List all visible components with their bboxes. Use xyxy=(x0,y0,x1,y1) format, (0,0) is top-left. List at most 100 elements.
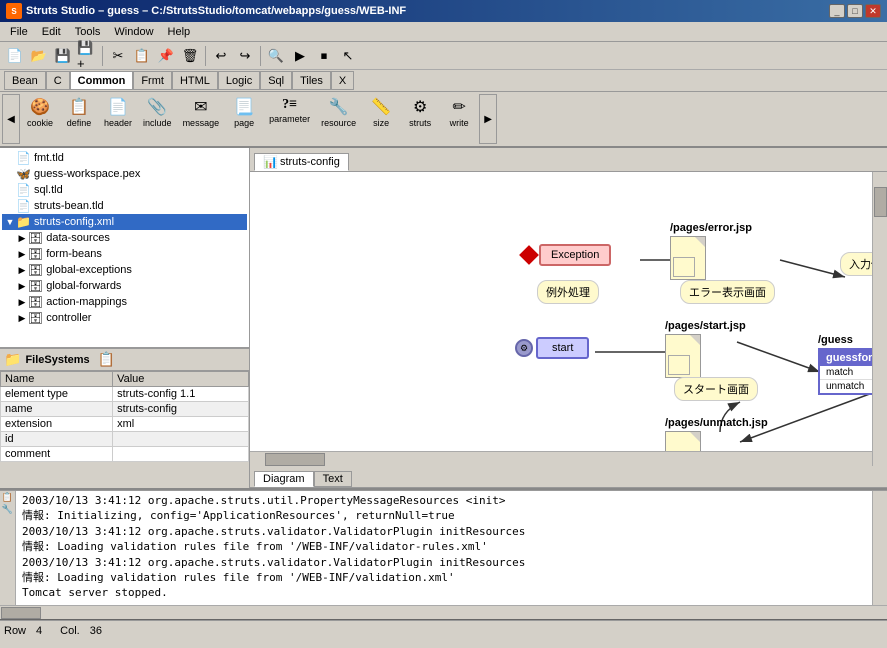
tree-item-formbeans[interactable]: ▶ 🗄 form-beans xyxy=(2,246,247,262)
run-button[interactable]: ▶ xyxy=(289,45,311,67)
log-icon-2[interactable]: 🔧 xyxy=(2,505,13,515)
search-button[interactable]: 🔍 xyxy=(265,45,287,67)
exception-label: Exception xyxy=(539,244,611,266)
log-line-5: 2003/10/13 3:41:12 org.apache.struts.val… xyxy=(22,555,883,570)
tab-tiles[interactable]: Tiles xyxy=(292,71,331,90)
main-area: 📄 fmt.tld 🦋 guess-workspace.pex 📄 sql.tl… xyxy=(0,148,887,488)
prev-nav-button[interactable]: ◀ xyxy=(2,94,20,144)
diagram-tab-active[interactable]: 📊 struts-config xyxy=(254,153,349,171)
status-bar: Row 4 Col. 36 xyxy=(0,620,887,640)
tab-bean[interactable]: Bean xyxy=(4,71,46,90)
status-row-label: Row xyxy=(4,625,26,637)
app-icon: S xyxy=(6,3,22,19)
tab-logic[interactable]: Logic xyxy=(218,71,260,90)
tab-frmt[interactable]: Frmt xyxy=(133,71,172,90)
cut-button[interactable]: ✂ xyxy=(107,45,129,67)
tab-html[interactable]: HTML xyxy=(172,71,218,90)
log-scrollbar[interactable] xyxy=(872,491,887,605)
center-area: 📊 struts-config xyxy=(250,148,887,488)
tree-item-workspace[interactable]: 🦋 guess-workspace.pex xyxy=(2,166,247,182)
prop-row-id[interactable]: id xyxy=(1,432,249,447)
new-button[interactable]: 📄 xyxy=(4,45,26,67)
properties-panel: 📁 FileSystems 📋 Name Value element type … xyxy=(0,348,249,488)
tool-struts[interactable]: ⚙ struts xyxy=(401,94,439,144)
menu-file[interactable]: File xyxy=(4,25,34,39)
close-button[interactable]: ✕ xyxy=(865,4,881,18)
log-line-7: Tomcat server stopped. xyxy=(22,585,883,600)
tool-cookie[interactable]: 🍪 cookie xyxy=(21,94,59,144)
open-button[interactable]: 📂 xyxy=(28,45,50,67)
tree-item-strutsbean[interactable]: 📄 struts-bean.tld xyxy=(2,198,247,214)
paste-button[interactable]: 📌 xyxy=(155,45,177,67)
file-tree: 📄 fmt.tld 🦋 guess-workspace.pex 📄 sql.tl… xyxy=(0,148,249,348)
props-header: 📁 FileSystems 📋 xyxy=(0,349,249,371)
title-text: Struts Studio – guess – C:/StrutsStudio/… xyxy=(26,5,406,17)
tree-item-sql[interactable]: 📄 sql.tld xyxy=(2,182,247,198)
tool-resource[interactable]: 🔧 resource xyxy=(316,94,361,144)
menu-help[interactable]: Help xyxy=(162,25,197,39)
toolbar-row-1: 📄 📂 💾 💾+ ✂ 📋 📌 🗑 ↩ ↪ 🔍 ▶ ⏹ ↖ xyxy=(0,42,887,70)
prop-row-extension[interactable]: extension xml xyxy=(1,417,249,432)
delete-button[interactable]: 🗑 xyxy=(179,45,201,67)
log-line-4: 情報: Loading validation rules file from '… xyxy=(22,539,883,554)
tab-diagram[interactable]: Diagram xyxy=(254,471,314,487)
log-line-1: 2003/10/13 3:41:12 org.apache.struts.uti… xyxy=(22,493,883,508)
tool-header[interactable]: 📄 header xyxy=(99,94,137,144)
log-icon-1[interactable]: 📋 xyxy=(2,493,13,503)
prop-row-elementtype[interactable]: element type struts-config 1.1 xyxy=(1,387,249,402)
start-node[interactable]: ⚙ start xyxy=(515,337,589,359)
tab-common[interactable]: Common xyxy=(70,71,134,90)
save-all-button[interactable]: 💾+ xyxy=(76,45,98,67)
minimize-button[interactable]: _ xyxy=(829,4,845,18)
error-cloud: エラー表示画面 xyxy=(680,280,775,304)
exception-node[interactable]: Exception xyxy=(522,244,611,266)
menu-bar: File Edit Tools Window Help xyxy=(0,22,887,42)
tool-page[interactable]: 📃 page xyxy=(225,94,263,144)
tool-define[interactable]: 📋 define xyxy=(60,94,98,144)
tree-item-fmt[interactable]: 📄 fmt.tld xyxy=(2,150,247,166)
tab-text[interactable]: Text xyxy=(314,471,352,487)
redo-button[interactable]: ↪ xyxy=(234,45,256,67)
diagram-canvas[interactable]: Exception 例外処理 /pages/error.jsp エラー表示画面 … xyxy=(250,172,887,466)
menu-tools[interactable]: Tools xyxy=(69,25,107,39)
prop-row-name[interactable]: name struts-config xyxy=(1,402,249,417)
tree-item-globalexc[interactable]: ▶ 🗄 global-exceptions xyxy=(2,262,247,278)
tree-item-datasources[interactable]: ▶ 🗄 data-sources xyxy=(2,230,247,246)
save-button[interactable]: 💾 xyxy=(52,45,74,67)
tool-message[interactable]: ✉ message xyxy=(178,94,225,144)
log-hscrollbar[interactable] xyxy=(0,605,887,619)
tree-item-actionmappings[interactable]: ▶ 🗄 action-mappings xyxy=(2,294,247,310)
props-table: Name Value element type struts-config 1.… xyxy=(0,371,249,462)
maximize-button[interactable]: □ xyxy=(847,4,863,18)
log-line-2: 情報: Initializing, config='ApplicationRes… xyxy=(22,508,883,523)
exception-cloud: 例外処理 xyxy=(537,280,599,304)
tool-include[interactable]: 📎 include xyxy=(138,94,177,144)
tree-item-globalfwd[interactable]: ▶ 🗄 global-forwards xyxy=(2,278,247,294)
tree-item-strutsconfig[interactable]: ▼ 📁 struts-config.xml xyxy=(2,214,247,230)
copy-button[interactable]: 📋 xyxy=(131,45,153,67)
prop-row-comment[interactable]: comment xyxy=(1,447,249,462)
menu-edit[interactable]: Edit xyxy=(36,25,67,39)
tab-x[interactable]: X xyxy=(331,71,354,90)
sep2 xyxy=(205,46,206,66)
tab-sql[interactable]: Sql xyxy=(260,71,292,90)
start-cloud: スタート画面 xyxy=(674,377,758,401)
menu-window[interactable]: Window xyxy=(108,25,159,39)
tool-write[interactable]: ✏ write xyxy=(440,94,478,144)
status-row-value: 4 xyxy=(36,625,42,637)
window-controls[interactable]: _ □ ✕ xyxy=(829,4,881,18)
sep3 xyxy=(260,46,261,66)
tree-item-controller[interactable]: ▶ 🗄 controller xyxy=(2,310,247,326)
log-panel: 📋 🔧 2003/10/13 3:41:12 org.apache.struts… xyxy=(0,490,887,605)
tool-size[interactable]: 📏 size xyxy=(362,94,400,144)
tool-parameter[interactable]: ?≡ parameter xyxy=(264,94,315,144)
cursor-button[interactable]: ↖ xyxy=(337,45,359,67)
tab-c[interactable]: C xyxy=(46,71,70,90)
bottom-tab-bar: Diagram Text xyxy=(250,466,887,488)
col-name: Name xyxy=(1,372,113,387)
stop-button[interactable]: ⏹ xyxy=(313,45,335,67)
next-nav-button[interactable]: ▶ xyxy=(479,94,497,144)
vertical-scrollbar[interactable] xyxy=(872,172,887,466)
horizontal-scrollbar[interactable] xyxy=(250,451,872,466)
undo-button[interactable]: ↩ xyxy=(210,45,232,67)
